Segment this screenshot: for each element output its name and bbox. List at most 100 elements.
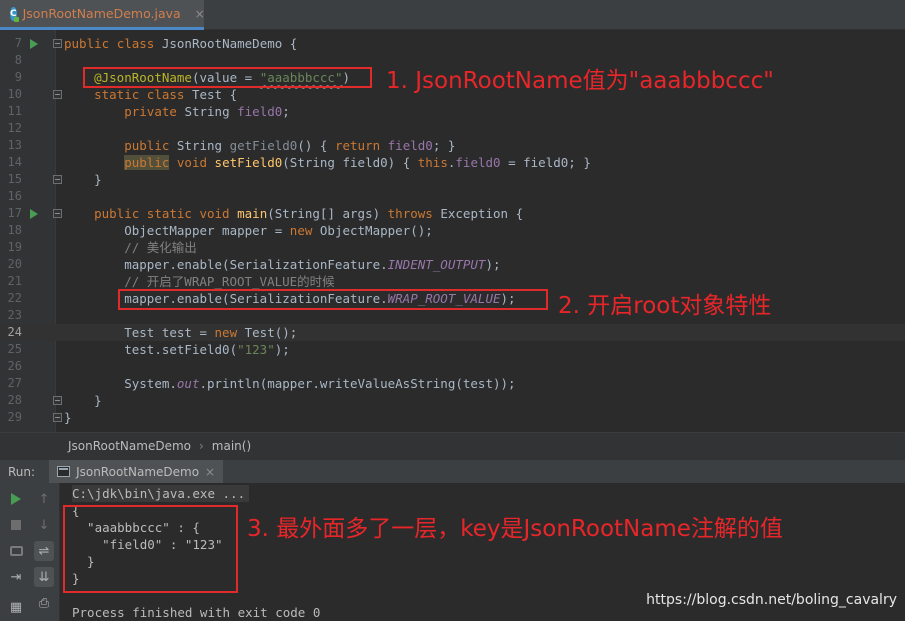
- punct: ;: [282, 104, 290, 119]
- keyword: void: [176, 155, 208, 170]
- line-number: 21: [7, 274, 22, 288]
- layout-icon: ▦: [9, 599, 23, 615]
- punct: }: [94, 172, 102, 187]
- line-number: 26: [7, 359, 22, 373]
- line-number: 20: [7, 257, 22, 271]
- line-number: 16: [7, 189, 22, 203]
- console-icon: [57, 466, 71, 477]
- comment: // 开启了WRAP_ROOT_VALUE的时候: [124, 274, 335, 289]
- type: String: [184, 104, 230, 119]
- statement: System.: [124, 376, 177, 391]
- line-number: 7: [14, 36, 22, 50]
- method-name: main: [237, 206, 268, 221]
- punct: {: [282, 36, 298, 51]
- line-number: 10: [7, 87, 22, 101]
- comment: // 美化输出: [124, 240, 197, 255]
- keyword: new: [289, 223, 313, 238]
- line-number: 24: [7, 325, 22, 339]
- print-icon: ⎙: [38, 595, 50, 611]
- punct: );: [485, 257, 501, 272]
- scroll-to-end-button[interactable]: ⇊: [34, 567, 54, 587]
- run-tool-window-header: Run: JsonRootNameDemo ×: [0, 459, 905, 484]
- line-number: 11: [7, 104, 22, 118]
- punct: ; }: [432, 138, 456, 153]
- code-line: 25 test.setField0("123");: [0, 341, 905, 358]
- fold-icon[interactable]: [53, 413, 62, 422]
- code-line-current: 24 Test test = new Test();: [0, 324, 905, 341]
- fold-icon[interactable]: [53, 39, 62, 48]
- line-number: 17: [7, 206, 22, 220]
- scroll-to-end-icon: ⇊: [38, 569, 50, 585]
- line-number: 29: [7, 410, 22, 424]
- code-line: 7 public class JsonRootNameDemo {: [0, 35, 905, 52]
- line-number: 18: [7, 223, 22, 237]
- fold-icon[interactable]: [53, 90, 62, 99]
- static-field: INDENT_OUTPUT: [387, 257, 486, 272]
- breadcrumb-item-method[interactable]: main(): [212, 439, 251, 453]
- punct: }: [64, 410, 72, 425]
- code-line: 15 }: [0, 171, 905, 188]
- method-name: getField0: [229, 138, 298, 153]
- keyword: static: [146, 206, 192, 221]
- punct: );: [274, 342, 290, 357]
- highlight-box-annotation: [83, 67, 372, 88]
- keyword: return: [334, 138, 381, 153]
- punct: }: [94, 393, 102, 408]
- keyword: class: [116, 36, 155, 51]
- run-toolbar: ⇥ ▦ ↑ ↓ ⇌ ⇊ ⎙: [0, 483, 60, 621]
- statement: .println(mapper.writeValueAsString(test)…: [199, 376, 516, 391]
- line-number: 9: [14, 70, 22, 84]
- punct: () {: [297, 138, 335, 153]
- code-line: 20 mapper.enable(SerializationFeature.IN…: [0, 256, 905, 273]
- punct: Exception {: [432, 206, 524, 221]
- keyword: static: [94, 87, 140, 102]
- run-tab[interactable]: JsonRootNameDemo ×: [49, 459, 224, 484]
- highlight-box-output: [63, 505, 238, 593]
- rerun-button[interactable]: [6, 489, 26, 509]
- stop-button[interactable]: [6, 515, 26, 535]
- code-line: 18 ObjectMapper mapper = new ObjectMappe…: [0, 222, 905, 239]
- breadcrumb-separator: ›: [198, 439, 204, 453]
- class-name: Test: [191, 87, 223, 102]
- keyword: this: [417, 155, 448, 170]
- punct: {: [222, 87, 238, 102]
- keyword: void: [199, 206, 230, 221]
- editor-tab-bar: C JsonRootNameDemo.java ×: [0, 0, 905, 30]
- tab-jsonrootnamedemo[interactable]: C JsonRootNameDemo.java ×: [0, 0, 205, 30]
- fold-icon[interactable]: [53, 209, 62, 218]
- console-line-command: C:\jdk\bin\java.exe ...: [72, 485, 250, 502]
- fold-icon[interactable]: [53, 175, 62, 184]
- play-icon: [11, 493, 21, 505]
- line-number: 15: [7, 172, 22, 186]
- line-number: 14: [7, 155, 22, 169]
- code-line: 27 System.out.println(mapper.writeValueA…: [0, 375, 905, 392]
- scroll-up-button[interactable]: ↑: [34, 489, 54, 509]
- code-line: 17 public static void main(String[] args…: [0, 205, 905, 222]
- fold-icon[interactable]: [53, 396, 62, 405]
- java-class-icon: C: [10, 6, 19, 22]
- login-button[interactable]: ⇥: [6, 567, 26, 587]
- type: String: [176, 138, 223, 153]
- stop-icon: [11, 520, 21, 530]
- punct: (String[] args): [267, 206, 388, 221]
- annotation-note-2: 2. 开启root对象特性: [558, 293, 772, 319]
- code-line: 14 public void setField0(String field0) …: [0, 154, 905, 171]
- close-icon[interactable]: ×: [195, 7, 205, 21]
- layout-button[interactable]: ▦: [6, 597, 26, 617]
- breadcrumb-item-class[interactable]: JsonRootNameDemo: [68, 439, 191, 453]
- snapshot-button[interactable]: [6, 541, 26, 561]
- statement: ObjectMapper mapper =: [124, 223, 290, 238]
- code-line: 26: [0, 358, 905, 375]
- breadcrumb: JsonRootNameDemo › main(): [0, 432, 905, 459]
- close-icon[interactable]: ×: [205, 465, 215, 479]
- line-number: 8: [14, 53, 22, 67]
- code-editor[interactable]: 7 public class JsonRootNameDemo { 8 9 @J…: [0, 30, 905, 432]
- print-button[interactable]: ⎙: [34, 593, 54, 613]
- statement: mapper.enable(SerializationFeature.: [124, 257, 388, 272]
- scroll-down-button[interactable]: ↓: [34, 515, 54, 535]
- soft-wrap-button[interactable]: ⇌: [34, 541, 54, 561]
- annotation-note-1: 1. JsonRootName值为"aaabbbccc": [386, 68, 774, 94]
- run-gutter-icon[interactable]: [30, 39, 38, 49]
- keyword: private: [124, 104, 177, 119]
- run-gutter-icon[interactable]: [30, 209, 38, 219]
